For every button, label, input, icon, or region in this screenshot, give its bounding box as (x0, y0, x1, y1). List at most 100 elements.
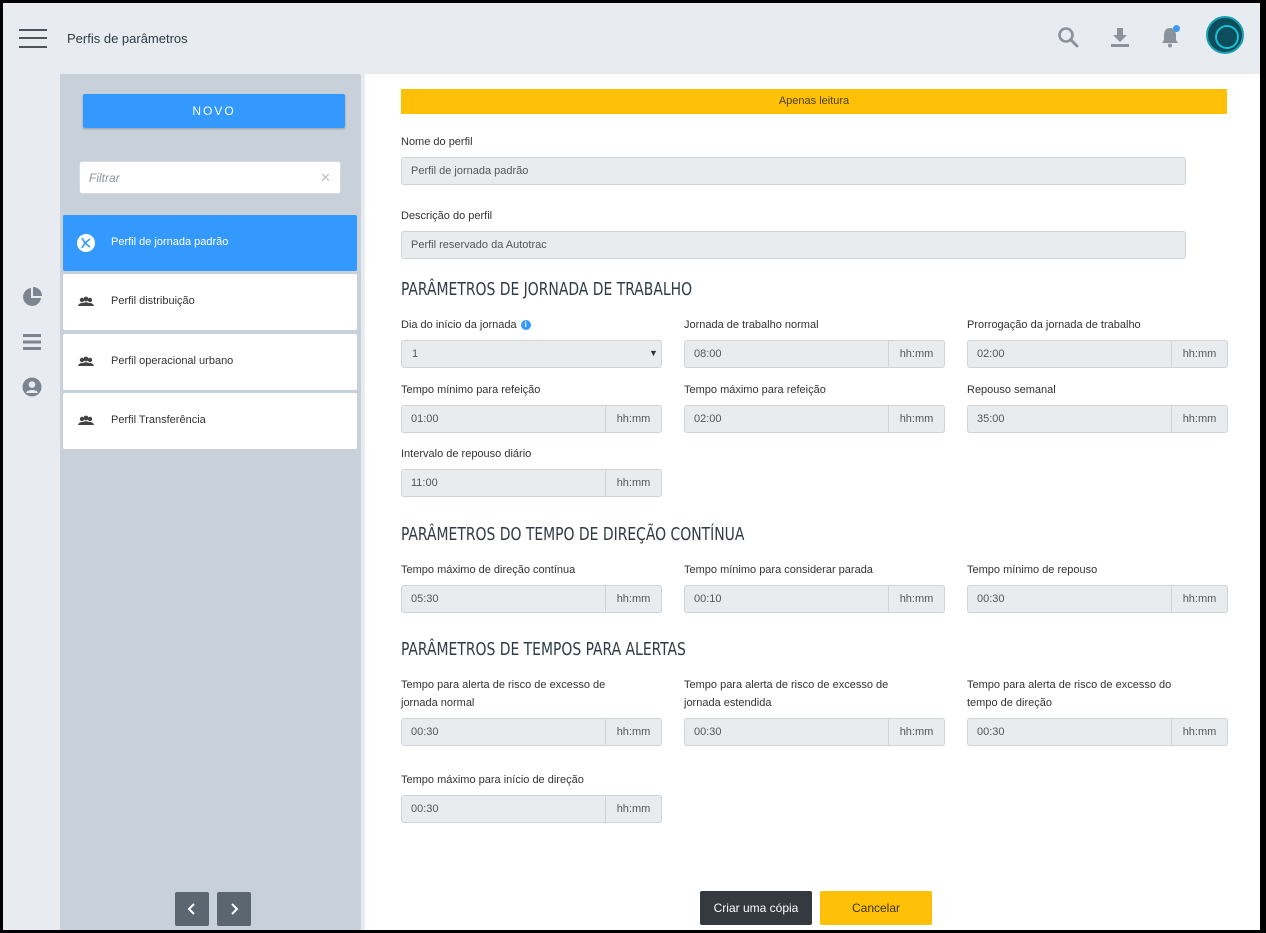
max-meal-time-field[interactable]: 02:00 hh:mm (684, 405, 945, 433)
profile-form: Apenas leitura Nome do perfil Perfil de … (365, 74, 1260, 930)
field-label-line: jornada normal (401, 697, 475, 709)
left-rail (3, 74, 60, 930)
cancel-button[interactable]: Cancelar (820, 891, 932, 925)
section-title-alertas: PARÂMETROS DE TEMPOS PARA ALERTAS (401, 639, 686, 660)
time-value: 01:00 (411, 413, 439, 425)
time-value: 02:00 (694, 413, 722, 425)
weekly-rest-field[interactable]: 35:00 hh:mm (967, 405, 1228, 433)
next-page-button[interactable] (217, 892, 251, 926)
normal-workday-alert-field[interactable]: 00:30 hh:mm (401, 718, 662, 746)
filter-field: ✕ (79, 161, 341, 194)
min-rest-time-field[interactable]: 00:30 hh:mm (967, 585, 1228, 613)
max-driving-start-field[interactable]: 00:30 hh:mm (401, 795, 662, 823)
min-meal-time-field[interactable]: 01:00 hh:mm (401, 405, 662, 433)
time-value: 02:00 (977, 348, 1005, 360)
avatar[interactable] (1206, 16, 1244, 54)
time-unit: hh:mm (888, 406, 944, 432)
download-icon[interactable] (1108, 25, 1132, 49)
time-unit: hh:mm (888, 719, 944, 745)
time-unit: hh:mm (888, 586, 944, 612)
chevron-right-icon (231, 903, 239, 915)
section-title-direcao: PARÂMETROS DO TEMPO DE DIREÇÃO CONTÍNUA (401, 524, 745, 545)
time-unit: hh:mm (1171, 406, 1227, 432)
menu-icon[interactable] (19, 27, 47, 49)
profile-desc-field[interactable]: Perfil reservado da Autotrac (401, 231, 1186, 259)
new-profile-button[interactable]: NOVO (83, 94, 345, 128)
field-label: Tempo máximo de direção contínua (401, 564, 576, 576)
profile-item-distribuicao[interactable]: Perfil distribuição (63, 274, 357, 330)
section-title-jornada: PARÂMETROS DE JORNADA DE TRABALHO (401, 279, 693, 300)
field-label: Tempo para alerta de risco de excesso de… (684, 676, 888, 712)
extended-workday-alert-field[interactable]: 00:30 hh:mm (684, 718, 945, 746)
pie-chart-icon[interactable] (21, 286, 43, 308)
time-value: 00:30 (977, 726, 1005, 738)
app-window: Perfis de parâmetros NOVO Filtrar ✕ Perf… (3, 3, 1260, 930)
start-day-select[interactable]: 1 ▼ (401, 340, 662, 368)
time-value: 05:30 (411, 593, 439, 605)
profile-list-panel: NOVO ✕ Perfil de jornada padrão Perfil d… (60, 74, 361, 930)
field-label: Prorrogação da jornada de trabalho (967, 319, 1141, 331)
time-unit: hh:mm (605, 796, 661, 822)
select-value: 1 (412, 348, 419, 360)
profile-name-field[interactable]: Perfil de jornada padrão (401, 157, 1186, 185)
field-label-line: Tempo para alerta de risco de excesso de (684, 679, 889, 691)
field-label: Tempo mínimo para considerar parada (684, 564, 873, 576)
field-label-line: Tempo para alerta de risco de excesso de (401, 679, 606, 691)
profile-item-jornada-padrao[interactable]: Perfil de jornada padrão (63, 215, 357, 271)
time-unit: hh:mm (605, 406, 661, 432)
clear-icon[interactable]: ✕ (320, 170, 331, 186)
workday-extension-field[interactable]: 02:00 hh:mm (967, 340, 1228, 368)
min-stop-time-field[interactable]: 00:10 hh:mm (684, 585, 945, 613)
filter-input[interactable] (80, 162, 316, 193)
time-value: 00:30 (411, 803, 439, 815)
readonly-banner: Apenas leitura (401, 89, 1227, 114)
search-icon[interactable] (1056, 25, 1080, 49)
time-value: 00:30 (694, 726, 722, 738)
users-icon (78, 356, 94, 366)
field-label-line: jornada estendida (684, 697, 772, 709)
time-value: 00:30 (411, 726, 439, 738)
time-unit: hh:mm (1171, 586, 1227, 612)
field-label: Jornada de trabalho normal (684, 319, 819, 331)
field-label: Tempo máximo para refeição (684, 384, 826, 396)
caret-down-icon: ▼ (649, 348, 658, 358)
time-unit: hh:mm (1171, 719, 1227, 745)
create-copy-button[interactable]: Criar uma cópia (700, 891, 812, 925)
page-title: Perfis de parâmetros (67, 31, 188, 46)
time-unit: hh:mm (888, 341, 944, 367)
field-label-line: tempo de direção (967, 697, 1052, 709)
profile-item-label: Perfil distribuição (111, 295, 195, 307)
field-label: Tempo mínimo de repouso (967, 564, 1098, 576)
profile-name-label: Nome do perfil (401, 136, 473, 148)
autotrac-logo-icon (77, 234, 95, 252)
field-label-line: Tempo para alerta de risco de excesso do (967, 679, 1172, 691)
driving-time-alert-field[interactable]: 00:30 hh:mm (967, 718, 1228, 746)
field-label: Tempo para alerta de risco de excesso de… (401, 676, 605, 712)
time-value: 35:00 (977, 413, 1005, 425)
info-icon[interactable]: i (520, 320, 531, 331)
field-label: Dia do início da jornada i (401, 316, 531, 334)
profile-item-operacional-urbano[interactable]: Perfil operacional urbano (63, 334, 357, 390)
field-label: Repouso semanal (967, 384, 1056, 396)
notification-badge (1173, 25, 1180, 32)
time-unit: hh:mm (1171, 341, 1227, 367)
profile-item-transferencia[interactable]: Perfil Transferência (63, 393, 357, 449)
profile-item-label: Perfil operacional urbano (111, 355, 234, 367)
time-value: 00:30 (977, 593, 1005, 605)
user-circle-icon[interactable] (21, 376, 43, 398)
time-unit: hh:mm (605, 586, 661, 612)
chevron-left-icon (187, 903, 195, 915)
time-value: 08:00 (694, 348, 722, 360)
normal-workday-field[interactable]: 08:00 hh:mm (684, 340, 945, 368)
max-continuous-driving-field[interactable]: 05:30 hh:mm (401, 585, 662, 613)
field-label-text: Dia do início da jornada (401, 319, 517, 331)
field-label: Tempo mínimo para refeição (401, 384, 541, 396)
time-value: 11:00 (411, 477, 438, 489)
list-icon[interactable] (21, 331, 43, 353)
prev-page-button[interactable] (175, 892, 209, 926)
top-bar: Perfis de parâmetros (3, 3, 1260, 74)
profile-item-label: Perfil de jornada padrão (111, 236, 229, 248)
daily-rest-field[interactable]: 11:00 hh:mm (401, 469, 662, 497)
time-unit: hh:mm (605, 719, 661, 745)
field-label: Tempo para alerta de risco de excesso do… (967, 676, 1171, 712)
